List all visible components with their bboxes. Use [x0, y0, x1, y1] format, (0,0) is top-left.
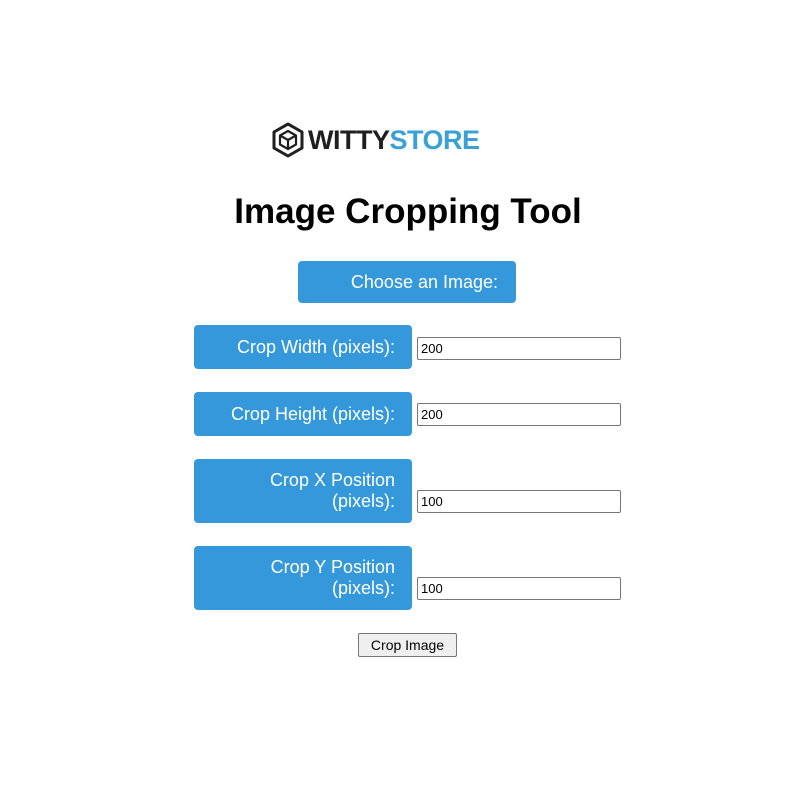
logo-text-part1: WITTY	[308, 124, 390, 155]
crop-width-label-text: Crop Width (pixels):	[236, 336, 395, 357]
crop-width-input[interactable]	[417, 337, 621, 360]
crop-height-label: Crop Height (pixels):	[194, 392, 412, 436]
crop-y-label-line1: Crop Y Position	[270, 557, 395, 577]
crop-y-label-line2: (pixels):	[331, 578, 395, 598]
page: WITTYSTORE Image Cropping Tool Choose an…	[0, 0, 800, 800]
crop-height-input[interactable]	[417, 403, 621, 426]
choose-image-button[interactable]: Choose an Image:	[298, 261, 516, 303]
page-title: Image Cropping Tool	[234, 192, 582, 231]
crop-y-label: Crop Y Position (pixels):	[194, 546, 412, 610]
logo: WITTYSTORE	[270, 121, 480, 159]
logo-text: WITTYSTORE	[308, 124, 480, 155]
crop-x-input[interactable]	[417, 490, 621, 513]
crop-width-label: Crop Width (pixels):	[194, 325, 412, 369]
crop-height-label-text: Crop Height (pixels):	[230, 403, 395, 424]
logo-text-part2: STORE	[389, 124, 480, 155]
crop-x-label-line1: Crop X Position	[269, 470, 395, 490]
cube-icon	[270, 122, 306, 158]
crop-x-label: Crop X Position (pixels):	[194, 459, 412, 523]
crop-y-input[interactable]	[417, 577, 621, 600]
crop-x-label-text: Crop X Position (pixels):	[270, 470, 395, 512]
crop-x-label-line2: (pixels):	[331, 491, 395, 511]
crop-y-label-text: Crop Y Position (pixels):	[271, 557, 395, 599]
crop-image-button[interactable]: Crop Image	[358, 633, 457, 657]
